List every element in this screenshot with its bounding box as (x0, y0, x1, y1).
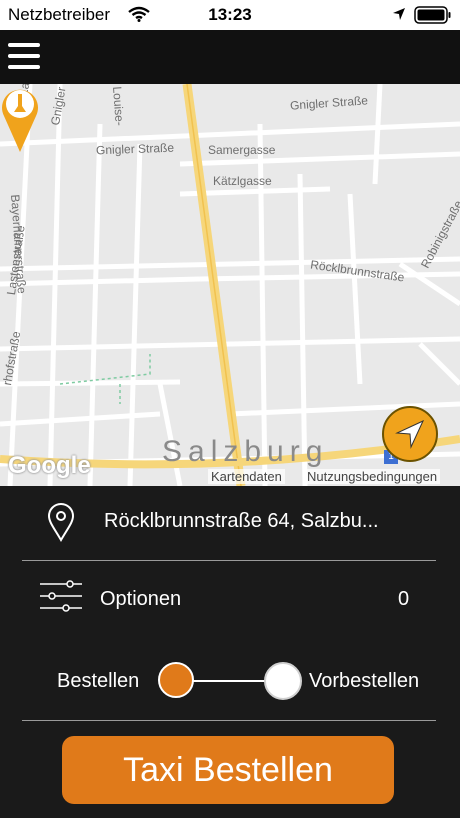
order-now-knob[interactable] (158, 662, 194, 698)
street-label: Kätzlgasse (213, 174, 272, 188)
navigation-arrow-icon (395, 419, 425, 449)
city-label: Salzburg (162, 435, 329, 468)
divider (22, 560, 436, 561)
options-count: 0 (398, 588, 410, 610)
preorder-label[interactable]: Vorbestellen (309, 670, 419, 693)
street-label: Gnigler Straße (95, 140, 175, 158)
map-marker-icon[interactable] (0, 84, 40, 154)
options-label: Optionen (100, 588, 182, 610)
sliders-icon (40, 580, 82, 612)
locate-me-button[interactable] (382, 406, 438, 462)
google-logo: Google (8, 452, 91, 479)
location-arrow-icon (392, 7, 406, 26)
status-bar: Netzbetreiber 13:23 (0, 0, 460, 30)
options-row[interactable]: Optionen 0 (0, 562, 460, 636)
street-label: Samergasse (208, 143, 276, 157)
pickup-address-row[interactable]: Röcklbrunnstraße 64, Salzbu... (0, 486, 460, 560)
hamburger-menu-icon[interactable] (8, 43, 40, 71)
order-panel: Röcklbrunnstraße 64, Salzbu... Optionen … (0, 486, 460, 818)
street-label: Louise- (110, 86, 127, 127)
order-taxi-button[interactable]: Taxi Bestellen (62, 736, 394, 804)
map-data-link[interactable]: Kartendaten (208, 469, 285, 484)
battery-icon (414, 6, 452, 29)
preorder-knob[interactable] (264, 662, 302, 700)
top-bar (0, 30, 460, 84)
clock: 13:23 (208, 5, 252, 24)
location-pin-icon (47, 503, 75, 542)
order-now-label[interactable]: Bestellen (57, 670, 139, 693)
terms-link[interactable]: Nutzungsbedingungen (304, 469, 441, 484)
map-view[interactable]: Gnigler Straße Gnigler Straße Samergasse… (0, 84, 460, 486)
pickup-address: Röcklbrunnstraße 64, Salzbu... (104, 510, 379, 532)
order-mode-toggle[interactable]: Bestellen Vorbestellen (0, 658, 460, 706)
divider (22, 720, 436, 721)
